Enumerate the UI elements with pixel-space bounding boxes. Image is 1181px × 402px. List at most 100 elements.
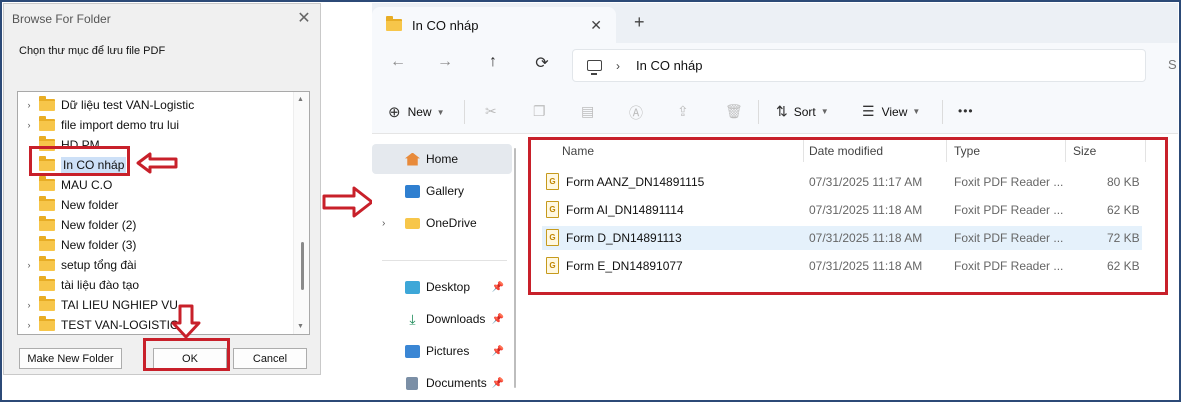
sort-button-label: Sort	[793, 104, 816, 119]
column-separator[interactable]	[803, 140, 804, 162]
dialog-title: Browse For Folder	[12, 12, 111, 26]
delete-icon[interactable]: 🗑	[725, 103, 743, 120]
file-name: Form E_DN14891077	[566, 259, 683, 273]
sort-button[interactable]: ⇅ Sort ▼	[776, 103, 829, 120]
nav-item-home[interactable]: Home	[372, 144, 512, 174]
expand-chevron-icon[interactable]: ›	[23, 320, 35, 330]
scroll-up-icon[interactable]: ▲	[297, 96, 304, 103]
tab-in-co-nhap[interactable]: In CO nháp ✕	[372, 7, 616, 43]
file-type: Foxit PDF Reader ...	[954, 203, 1064, 217]
chevron-right-icon[interactable]: ›	[382, 218, 385, 229]
column-separator[interactable]	[1145, 140, 1146, 162]
scrollbar-thumb[interactable]	[301, 242, 304, 290]
tree-item[interactable]: › TAI LIEU NGHIEP VU	[18, 295, 178, 315]
tree-item[interactable]: › file import demo tru lui	[18, 115, 179, 135]
new-tab-icon[interactable]: +	[634, 12, 645, 33]
expand-chevron-icon[interactable]: ›	[23, 100, 35, 110]
file-row-highlighted[interactable]: G Form D_DN14891113 07/31/2025 11:18 AM …	[542, 226, 1142, 250]
pin-icon[interactable]: 📌	[492, 282, 504, 293]
cancel-button[interactable]: Cancel	[233, 348, 307, 369]
folder-tree[interactable]: › Dữ liệu test VAN-Logistic › file impor…	[17, 91, 310, 335]
tree-scrollbar[interactable]: ▲ ▼	[293, 92, 309, 334]
folder-icon	[39, 196, 55, 211]
toolbar-divider	[942, 100, 943, 124]
tree-item[interactable]: New folder (2)	[18, 215, 136, 235]
nav-item-pictures[interactable]: Pictures 📌	[372, 336, 512, 366]
up-arrow-icon[interactable]: ↑	[481, 53, 505, 71]
expand-chevron-icon[interactable]: ›	[23, 120, 35, 130]
column-separator[interactable]	[946, 140, 947, 162]
tree-item[interactable]: MAU C.O	[18, 175, 112, 195]
column-header-name[interactable]: Name	[562, 144, 594, 158]
refresh-icon[interactable]: ⟳	[530, 53, 554, 73]
copy-icon[interactable]: ❐	[533, 103, 546, 120]
tree-item[interactable]: New folder	[18, 195, 118, 215]
share-icon[interactable]: ⇪	[677, 103, 689, 120]
pin-icon[interactable]: 📌	[492, 346, 504, 357]
tree-item-label: Dữ liệu test VAN-Logistic	[61, 98, 195, 112]
tree-item-label: In CO nháp	[61, 157, 127, 173]
down-arrow-annotation-icon	[171, 304, 201, 339]
nav-scrollbar[interactable]	[514, 148, 516, 388]
view-button[interactable]: ☰ View ▼	[862, 103, 920, 120]
chevron-down-icon: ▼	[912, 107, 921, 116]
tree-item-label: file import demo tru lui	[61, 118, 180, 132]
tree-item-label: New folder	[61, 198, 119, 212]
column-header-type[interactable]: Type	[954, 144, 980, 158]
folder-icon	[39, 256, 55, 271]
tree-item[interactable]: tài liệu đào tạo	[18, 275, 139, 295]
tree-item-selected[interactable]: In CO nháp	[18, 155, 127, 175]
expand-chevron-icon[interactable]: ›	[23, 300, 35, 310]
tree-item-label: TAI LIEU NGHIEP VU	[61, 298, 178, 312]
cut-icon[interactable]: ✂	[485, 103, 497, 120]
file-size: 62 KB	[1107, 259, 1140, 273]
folder-icon	[39, 316, 55, 331]
nav-item-downloads[interactable]: ⤓ Downloads 📌	[372, 304, 512, 334]
new-button[interactable]: ⊕ New ▼	[388, 103, 445, 121]
tree-item[interactable]: › setup tổng đài	[18, 255, 136, 275]
folder-icon	[39, 216, 55, 231]
expand-chevron-icon[interactable]: ›	[23, 260, 35, 270]
back-arrow-icon[interactable]: ←	[386, 53, 410, 71]
pin-icon[interactable]: 📌	[492, 314, 504, 325]
file-type: Foxit PDF Reader ...	[954, 259, 1064, 273]
address-field[interactable]: › In CO nháp	[572, 49, 1146, 82]
tree-item-label: New folder (3)	[61, 238, 137, 252]
search-input[interactable]: S	[1168, 57, 1177, 72]
address-path: In CO nháp	[636, 58, 703, 73]
file-row[interactable]: G Form AI_DN14891114 07/31/2025 11:18 AM…	[542, 198, 1142, 222]
view-list-icon: ☰	[862, 103, 875, 119]
tree-item[interactable]: › TEST VAN-LOGISTICS	[18, 315, 187, 334]
paste-icon[interactable]: ▤	[581, 103, 594, 120]
pictures-icon	[405, 344, 420, 358]
rename-icon[interactable]: Ⓐ	[629, 103, 643, 123]
column-header-size[interactable]: Size	[1073, 144, 1096, 158]
tree-item[interactable]: HD PM	[18, 135, 100, 155]
close-icon[interactable]: ✕	[296, 8, 312, 28]
pin-icon[interactable]: 📌	[492, 378, 504, 389]
file-row[interactable]: G Form E_DN14891077 07/31/2025 11:18 AM …	[542, 254, 1142, 278]
folder-icon	[39, 176, 55, 191]
nav-divider	[382, 260, 507, 261]
file-name: Form AANZ_DN14891115	[566, 175, 705, 189]
nav-item-onedrive[interactable]: › OneDrive	[372, 208, 512, 238]
desktop-icon	[405, 280, 420, 294]
documents-icon	[406, 376, 418, 390]
folder-icon	[39, 156, 55, 171]
scroll-down-icon[interactable]: ▼	[297, 323, 304, 330]
tree-item[interactable]: › Dữ liệu test VAN-Logistic	[18, 95, 194, 115]
nav-item-desktop[interactable]: Desktop 📌	[372, 272, 512, 302]
column-separator[interactable]	[1065, 140, 1066, 162]
gallery-icon	[405, 184, 420, 198]
forward-arrow-icon[interactable]: →	[433, 53, 457, 71]
ok-button[interactable]: OK	[153, 348, 227, 369]
tree-item[interactable]: New folder (3)	[18, 235, 136, 255]
make-new-folder-button[interactable]: Make New Folder	[19, 348, 122, 369]
nav-item-gallery[interactable]: Gallery	[372, 176, 512, 206]
column-header-date[interactable]: Date modified	[809, 144, 883, 158]
more-options-icon[interactable]: •••	[958, 104, 974, 118]
chevron-right-icon[interactable]: ›	[616, 59, 620, 73]
file-row[interactable]: G Form AANZ_DN14891115 07/31/2025 11:17 …	[542, 170, 1142, 194]
close-icon[interactable]: ✕	[590, 17, 602, 34]
nav-item-documents[interactable]: Documents 📌	[372, 368, 512, 398]
